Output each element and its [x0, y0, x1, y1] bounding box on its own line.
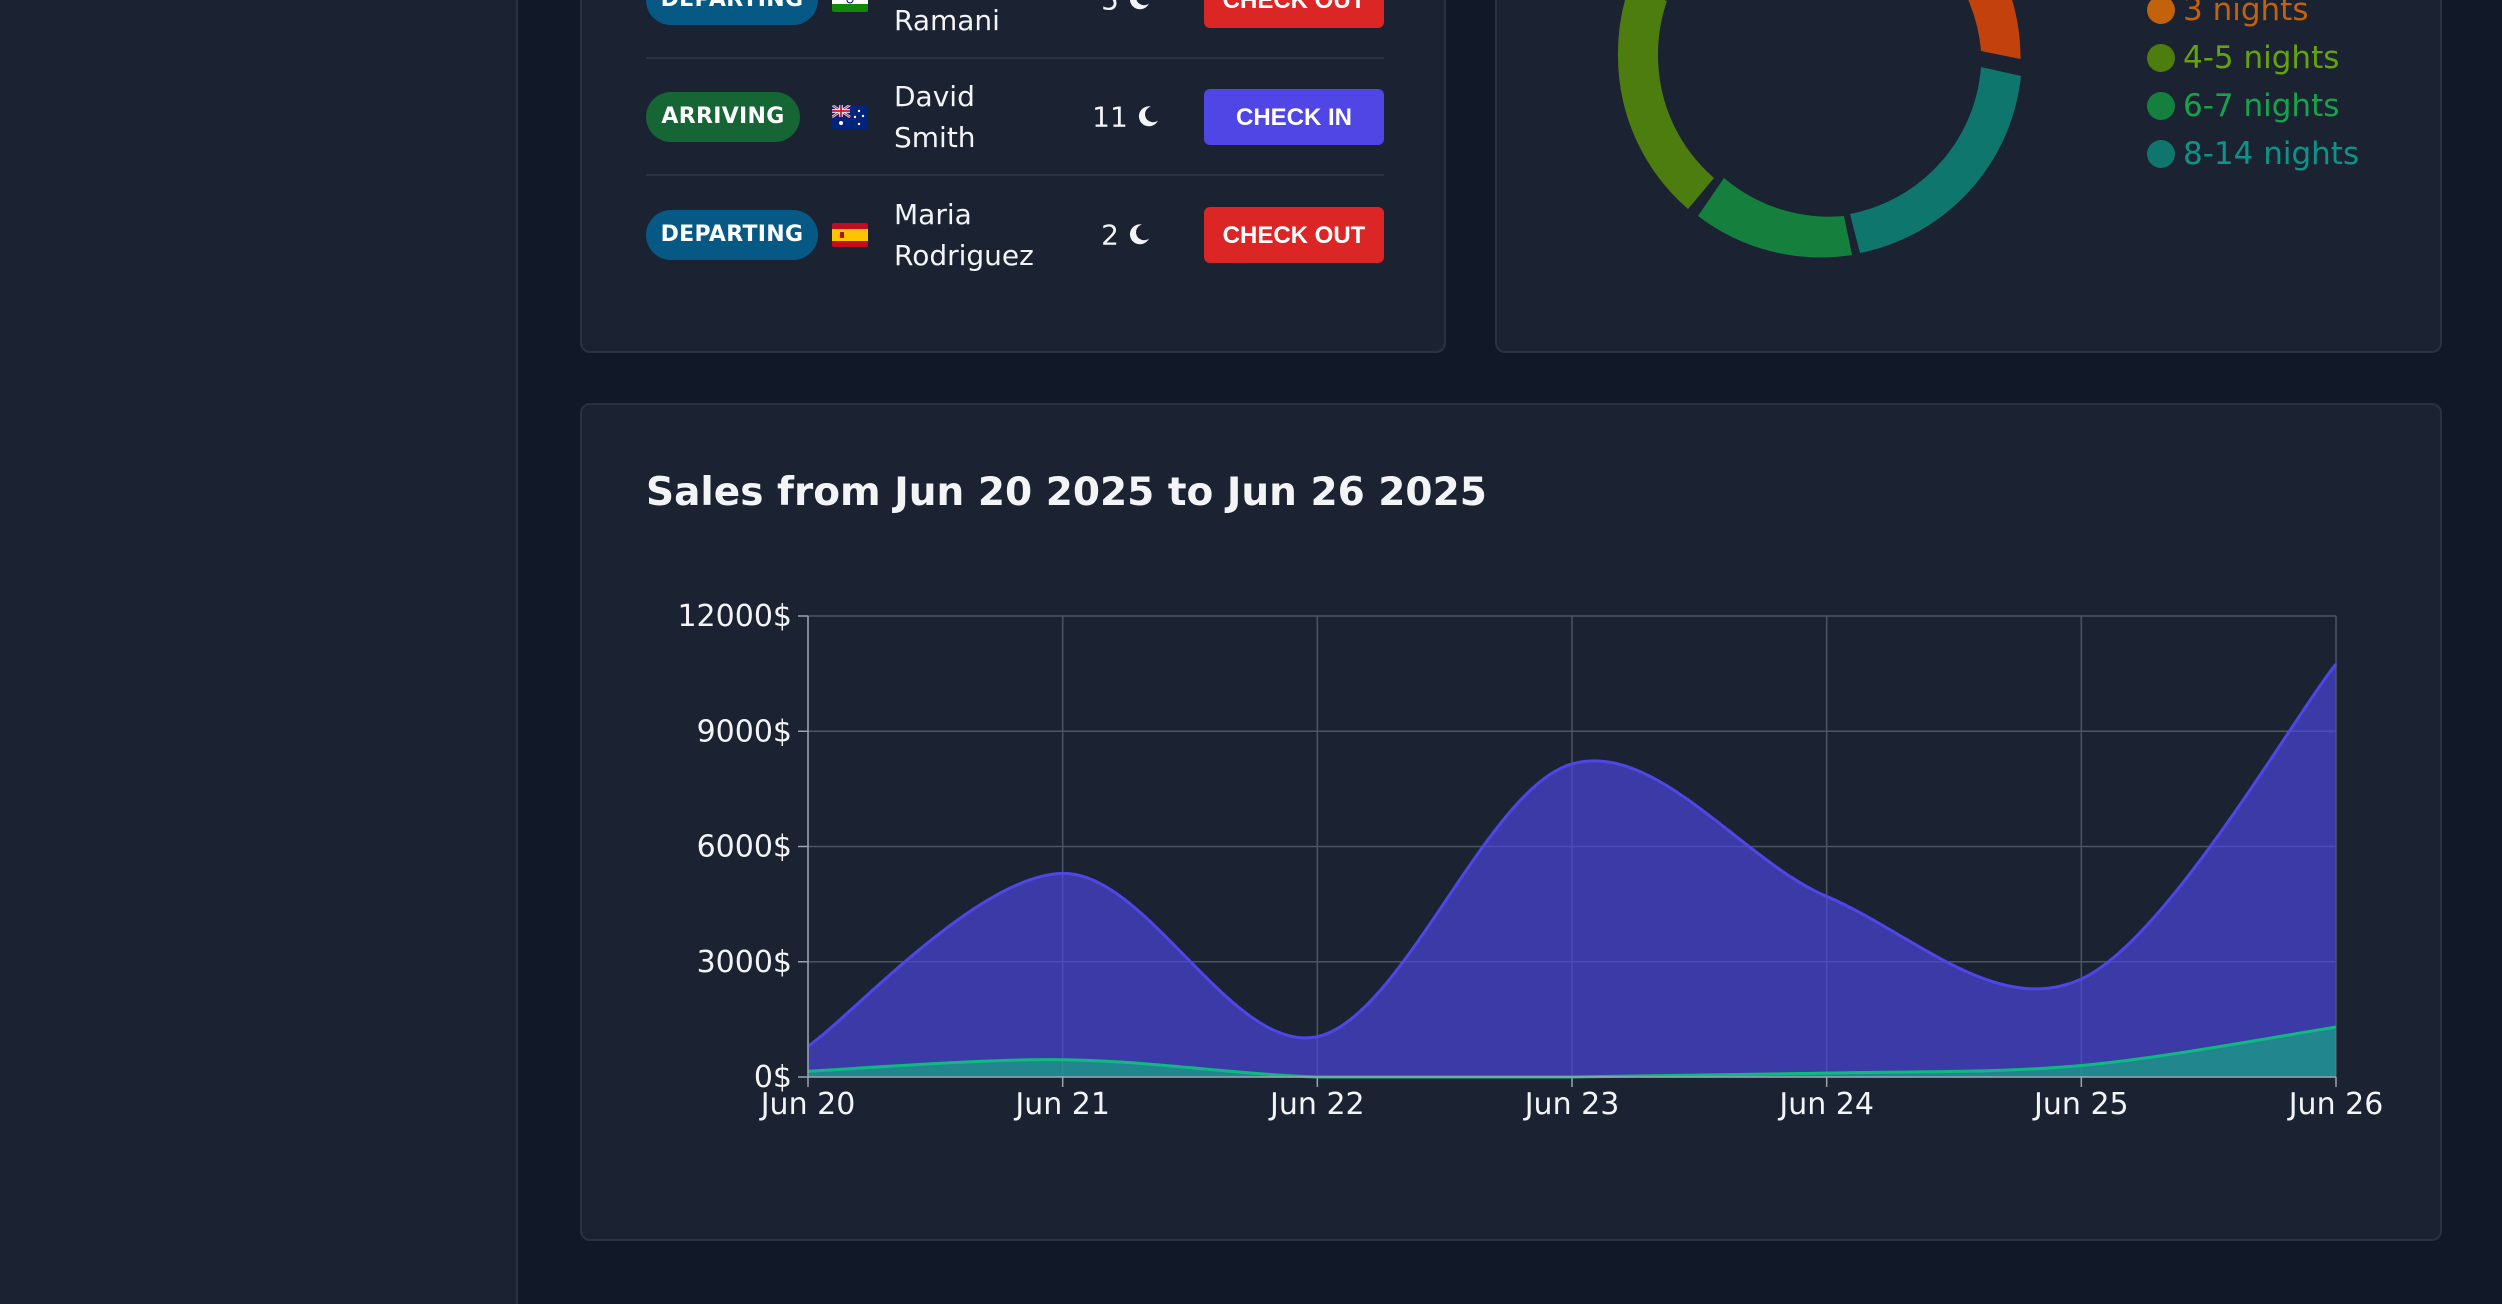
- moon-icon: [1129, 223, 1149, 244]
- legend-swatch: [2147, 92, 2175, 120]
- sales-area-chart: 0$3000$6000$9000$12000$Jun 20 Jun 21 Jun 2…: [677, 599, 2384, 1122]
- x-tick-label: Jun 21: [1013, 1087, 1110, 1122]
- check-in-button[interactable]: CHECK IN: [1204, 88, 1384, 145]
- status-badge-arriving: ARRIVING: [646, 91, 800, 142]
- legend-swatch: [2147, 0, 2175, 24]
- guest-name: Maria Rodriguez: [894, 197, 1034, 272]
- x-tick-label: Jun 22: [1268, 1087, 1365, 1122]
- nights-count: 5: [1086, 0, 1166, 16]
- moon-icon: [1138, 105, 1158, 126]
- moon-icon: [1129, 0, 1149, 9]
- x-tick-label: Jun 23: [1523, 1087, 1620, 1122]
- legend-swatch: [2147, 140, 2175, 168]
- donut-segment-8-14-nights: [1850, 67, 2021, 253]
- australia-flag-icon: [832, 104, 868, 129]
- legend-item: 8-14 nights: [2147, 134, 2359, 174]
- y-tick-label: 3000$: [697, 945, 792, 980]
- guest-activity-card: DEPARTING Ramani 5 CHECK OUT ARRIVING: [580, 0, 1446, 353]
- nights-count: 11: [1086, 100, 1166, 133]
- nights-count: 2: [1086, 218, 1166, 251]
- guest-activity-row: DEPARTING Ramani 5 CHECK OUT: [646, 0, 1384, 59]
- sidebar: [0, 0, 518, 1304]
- check-out-button[interactable]: CHECK OUT: [1204, 206, 1384, 263]
- y-tick-label: 9000$: [697, 714, 792, 749]
- guest-name: David Smith: [894, 79, 976, 154]
- y-tick-label: 12000$: [677, 599, 792, 634]
- x-tick-label: Jun 25: [2032, 1087, 2129, 1122]
- x-tick-label: Jun 20: [759, 1087, 856, 1122]
- y-tick-label: 6000$: [697, 830, 792, 865]
- x-tick-label: Jun 24: [1777, 1087, 1874, 1122]
- status-badge-departing: DEPARTING: [646, 209, 818, 260]
- check-out-button[interactable]: CHECK OUT: [1204, 0, 1384, 28]
- sales-chart-card: Sales from Jun 20 2025 to Jun 26 2025 0$…: [580, 403, 2442, 1241]
- guest-activity-row: ARRIVING David Smith 11 CHECK IN: [646, 59, 1384, 176]
- legend-item: 3 nights: [2147, 0, 2308, 30]
- legend-item: 4-5 nights: [2147, 38, 2339, 78]
- x-tick-label: Jun 26: [2287, 1087, 2384, 1122]
- legend-item: 6-7 nights: [2147, 86, 2339, 126]
- donut-segment-3-nights: [1968, 0, 2021, 59]
- donut-segment-4-5-nights: [1617, 55, 1714, 209]
- spain-flag-icon: [832, 222, 868, 247]
- legend-swatch: [2147, 44, 2175, 72]
- guest-name: Ramani: [894, 3, 1000, 37]
- india-flag-icon: [832, 0, 868, 12]
- donut-segment-4-5-nights-upper: [1617, 0, 1667, 55]
- status-badge-departing: DEPARTING: [646, 0, 818, 25]
- donut-segment-6-7-nights: [1698, 178, 1852, 258]
- guest-activity-row: DEPARTING Maria Rodriguez 2 CHECK OUT: [646, 176, 1384, 293]
- stay-duration-card: 3 nights 4-5 nights 6-7 nights 8-14 nigh…: [1495, 0, 2442, 353]
